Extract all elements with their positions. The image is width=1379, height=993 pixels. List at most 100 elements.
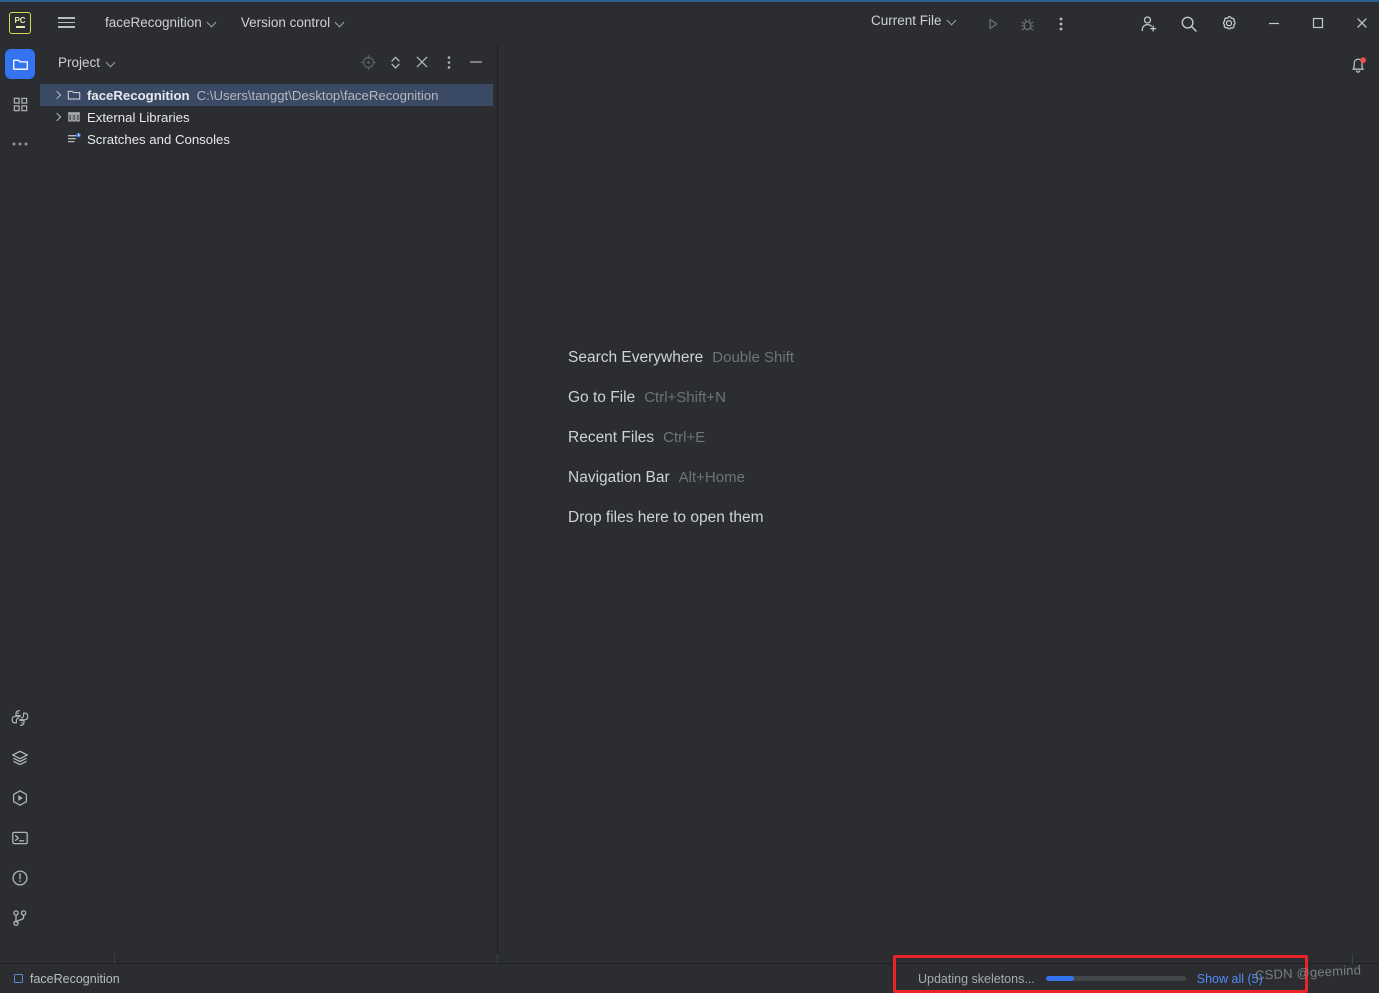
chevron-down-icon <box>336 18 345 27</box>
hide-project-panel-button[interactable] <box>464 50 488 74</box>
hint-label: Go to File <box>568 389 636 406</box>
sidebar-item-version-control[interactable] <box>5 903 35 933</box>
hint-shortcut: Ctrl+E <box>663 429 706 446</box>
python-icon <box>11 710 29 726</box>
chevron-right-icon[interactable] <box>49 86 67 104</box>
bell-icon <box>1352 57 1366 73</box>
drop-files-hint: Drop files here to open them <box>568 509 764 526</box>
status-segment-divider <box>1352 954 1353 964</box>
more-vertical-icon <box>447 55 451 69</box>
debug-button[interactable] <box>1014 11 1040 37</box>
hint-go-to-file[interactable]: Go to File Ctrl+Shift+N <box>568 389 794 407</box>
run-button[interactable] <box>980 11 1006 37</box>
maximize-icon <box>1312 17 1324 29</box>
editor-shortcut-hints: Search Everywhere Double Shift Go to Fil… <box>568 349 794 527</box>
title-bar: PC faceRecognition Version control Curre… <box>0 2 1379 43</box>
more-horizontal-icon <box>12 142 28 146</box>
tree-label: faceRecognition <box>87 87 190 103</box>
chevron-down-icon <box>107 58 116 67</box>
structure-blocks-icon <box>13 97 27 111</box>
collapse-all-icon <box>416 56 428 68</box>
expand-collapse-button[interactable] <box>383 50 407 74</box>
sidebar-item-more-tool-windows[interactable] <box>5 129 35 159</box>
left-tool-rail <box>0 43 40 963</box>
project-name-menu[interactable]: faceRecognition <box>98 12 224 33</box>
account-add-icon <box>1141 16 1157 32</box>
status-project-widget[interactable]: faceRecognition <box>14 972 120 986</box>
run-configuration-label: Current File <box>871 13 942 28</box>
progress-bar-fill <box>1045 976 1074 981</box>
search-button[interactable] <box>1176 11 1202 37</box>
add-account-button[interactable] <box>1136 11 1162 37</box>
chevron-down-icon <box>948 16 957 25</box>
background-task-progress: Updating skeletons... Show all (5) <box>918 964 1263 993</box>
select-opened-file-button[interactable] <box>356 50 380 74</box>
close-icon <box>1357 18 1367 28</box>
target-icon <box>360 54 376 70</box>
sidebar-item-terminal[interactable] <box>5 823 35 853</box>
folder-icon <box>12 59 28 70</box>
pycharm-window: PC faceRecognition Version control Curre… <box>0 0 1379 993</box>
hamburger-menu-icon[interactable] <box>53 10 79 36</box>
minimize-window-button[interactable] <box>1259 9 1289 37</box>
hint-recent-files[interactable]: Recent Files Ctrl+E <box>568 429 794 447</box>
collapse-all-button[interactable] <box>410 50 434 74</box>
hint-label: Recent Files <box>568 429 655 446</box>
project-panel-title: Project <box>58 54 101 70</box>
tree-label: Scratches and Consoles <box>87 131 230 147</box>
project-panel-header: Project <box>40 43 497 81</box>
terminal-icon <box>12 831 28 845</box>
run-play-hex-icon <box>12 790 28 806</box>
run-icon <box>989 18 998 30</box>
sidebar-item-structure[interactable] <box>5 89 35 119</box>
tree-row-scratches-and-consoles[interactable]: Scratches and Consoles <box>40 128 497 150</box>
debug-icon <box>1020 18 1034 30</box>
sidebar-item-problems[interactable] <box>5 863 35 893</box>
progress-bar <box>1045 976 1186 981</box>
scratches-icon <box>67 132 87 146</box>
hint-label: Search Everywhere <box>568 349 704 366</box>
tree-row-face-recognition[interactable]: faceRecognition C:\Users\tanggt\Desktop\… <box>40 84 493 106</box>
project-tool-window: Project faceRecognition C:\Users\tanggt\… <box>40 43 497 963</box>
hint-shortcut: Alt+Home <box>678 469 745 486</box>
notifications-button[interactable] <box>1343 50 1373 80</box>
sidebar-item-python-console[interactable] <box>5 703 35 733</box>
project-panel-title-dropdown[interactable]: Project <box>58 55 116 70</box>
pycharm-logo: PC <box>9 11 31 34</box>
version-control-menu[interactable]: Version control <box>234 12 352 33</box>
close-window-button[interactable] <box>1347 9 1377 37</box>
hint-label: Navigation Bar <box>568 469 670 486</box>
hint-shortcut: Ctrl+Shift+N <box>644 389 726 406</box>
project-panel-options-button[interactable] <box>437 50 461 74</box>
hint-navigation-bar[interactable]: Navigation Bar Alt+Home <box>568 469 794 487</box>
tree-path: C:\Users\tanggt\Desktop\faceRecognition <box>196 87 439 103</box>
show-all-tasks-link[interactable]: Show all (5) <box>1197 972 1263 986</box>
settings-button[interactable] <box>1216 11 1242 37</box>
project-square-icon <box>14 974 23 983</box>
sidebar-item-run[interactable] <box>5 783 35 813</box>
gear-icon <box>1222 15 1236 30</box>
tree-row-external-libraries[interactable]: External Libraries <box>40 106 497 128</box>
layers-icon <box>12 750 28 766</box>
sidebar-item-project[interactable] <box>5 49 35 79</box>
status-project-name: faceRecognition <box>30 971 120 986</box>
search-icon <box>1181 16 1197 32</box>
pycharm-logo-bar <box>15 26 25 28</box>
editor-empty-area: Search Everywhere Double Shift Go to Fil… <box>498 43 1379 963</box>
chevron-down-icon <box>208 18 217 27</box>
minimize-dash-icon <box>469 61 483 63</box>
hint-shortcut: Double Shift <box>712 349 794 366</box>
hint-search-everywhere[interactable]: Search Everywhere Double Shift <box>568 349 794 367</box>
warning-circle-icon <box>12 870 28 886</box>
maximize-window-button[interactable] <box>1303 9 1333 37</box>
more-actions-button[interactable] <box>1048 11 1074 37</box>
chevron-right-icon[interactable] <box>49 108 67 126</box>
pycharm-logo-text: PC <box>14 16 26 26</box>
more-vertical-icon <box>1059 17 1063 31</box>
project-tree: faceRecognition C:\Users\tanggt\Desktop\… <box>40 84 497 150</box>
sidebar-item-services[interactable] <box>5 743 35 773</box>
run-configuration-selector[interactable]: Current File <box>871 13 957 28</box>
project-panel-toolbar <box>356 43 488 81</box>
version-control-label: Version control <box>240 15 331 30</box>
folder-icon <box>67 88 87 102</box>
